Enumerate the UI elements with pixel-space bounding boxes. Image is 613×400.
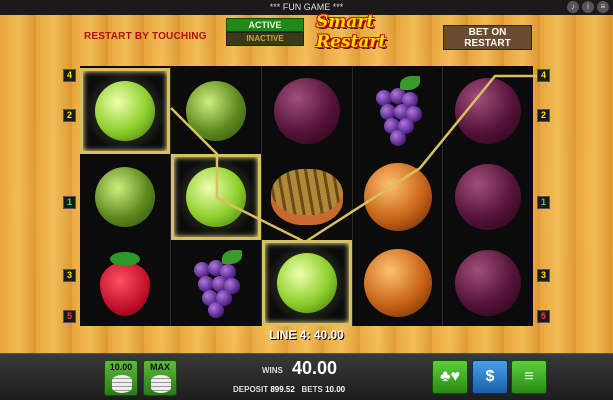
wins-label: WINS bbox=[262, 366, 283, 375]
line-marker-right-5[interactable]: 5 bbox=[537, 310, 550, 323]
max-bet-label: MAX bbox=[150, 362, 170, 372]
orange-symbol bbox=[364, 249, 432, 317]
line-marker-right-4[interactable]: 4 bbox=[537, 69, 550, 82]
cashout-button[interactable]: $ bbox=[472, 360, 508, 394]
symbol-orange bbox=[353, 240, 443, 326]
line-win-text: LINE 4: 40.00 bbox=[269, 328, 344, 342]
hamburger-icon: ≡ bbox=[524, 368, 534, 385]
lime-symbol bbox=[186, 167, 246, 227]
deposit-label: DEPOSIT bbox=[233, 385, 269, 394]
symbol-plum bbox=[443, 240, 533, 326]
strawberry-symbol bbox=[96, 250, 154, 316]
info-icon[interactable]: i bbox=[582, 1, 594, 13]
balance-status: DEPOSIT 899.52 BETS 10.00 bbox=[233, 385, 345, 394]
window-title-bar: *** FUN GAME *** ♪ i ≡ bbox=[0, 0, 613, 15]
restart-by-touching-label: RESTART BY TOUCHING bbox=[84, 31, 207, 42]
window-title: *** FUN GAME *** bbox=[269, 2, 344, 12]
menu-button[interactable]: ≡ bbox=[511, 360, 547, 394]
symbol-lime-win bbox=[80, 68, 170, 154]
toggle-active-option[interactable]: ACTIVE bbox=[226, 18, 304, 32]
symbol-strawberry bbox=[80, 240, 170, 326]
line-marker-left-2[interactable]: 2 bbox=[63, 109, 76, 122]
lime-symbol bbox=[277, 253, 337, 313]
symbol-lime bbox=[80, 154, 170, 240]
cards-icon: ♣♥ bbox=[440, 368, 460, 385]
bet-amount-label: 10.00 bbox=[109, 362, 133, 372]
symbol-lime-win bbox=[171, 154, 261, 240]
reel-area bbox=[80, 66, 533, 326]
symbol-plum bbox=[443, 154, 533, 240]
line-marker-left-5[interactable]: 5 bbox=[63, 310, 76, 323]
bets-label: BETS bbox=[301, 385, 323, 394]
bet-amount-button[interactable]: 10.00 bbox=[104, 360, 138, 396]
plum-symbol bbox=[455, 78, 521, 144]
sound-icon[interactable]: ♪ bbox=[567, 1, 579, 13]
plum-symbol bbox=[274, 78, 340, 144]
symbol-lime bbox=[171, 68, 261, 154]
symbol-plum bbox=[262, 68, 352, 154]
coin-stack-icon bbox=[151, 375, 171, 393]
symbol-melon bbox=[262, 154, 352, 240]
line-marker-right-3[interactable]: 3 bbox=[537, 269, 550, 282]
plum-symbol bbox=[455, 250, 521, 316]
deposit-value: 899.52 bbox=[270, 385, 295, 394]
game-logo: Smart Restart bbox=[316, 12, 434, 52]
lime-symbol bbox=[186, 81, 246, 141]
lime-symbol bbox=[95, 167, 155, 227]
orange-symbol bbox=[364, 163, 432, 231]
toggle-inactive-option[interactable]: INACTIVE bbox=[226, 32, 304, 46]
money-bag-icon: $ bbox=[485, 368, 495, 385]
line-marker-right-1[interactable]: 1 bbox=[537, 196, 550, 209]
line-marker-right-2[interactable]: 2 bbox=[537, 109, 550, 122]
grapes-symbol bbox=[188, 248, 244, 318]
max-bet-button[interactable]: MAX bbox=[143, 360, 177, 396]
symbol-grapes bbox=[171, 240, 261, 326]
restart-toggle[interactable]: ACTIVE INACTIVE bbox=[226, 18, 304, 46]
lime-symbol bbox=[95, 81, 155, 141]
menu-icon[interactable]: ≡ bbox=[597, 1, 609, 13]
bet-on-restart-button[interactable]: BET ON RESTART bbox=[443, 25, 532, 50]
line-marker-left-3[interactable]: 3 bbox=[63, 269, 76, 282]
gamble-button[interactable]: ♣♥ bbox=[432, 360, 468, 394]
symbol-grapes bbox=[353, 68, 443, 154]
line-marker-left-1[interactable]: 1 bbox=[63, 196, 76, 209]
plum-symbol bbox=[455, 164, 521, 230]
wins-value: 40.00 bbox=[292, 358, 338, 378]
line-marker-left-4[interactable]: 4 bbox=[63, 69, 76, 82]
melon-symbol bbox=[271, 169, 343, 225]
game-logo-text: Smart Restart bbox=[316, 12, 387, 52]
symbol-orange bbox=[353, 154, 443, 240]
symbol-plum bbox=[443, 68, 533, 154]
coin-stack-icon bbox=[112, 375, 132, 393]
grapes-symbol bbox=[370, 76, 426, 146]
symbol-lime-win bbox=[262, 240, 352, 326]
bets-value: 10.00 bbox=[325, 385, 346, 394]
